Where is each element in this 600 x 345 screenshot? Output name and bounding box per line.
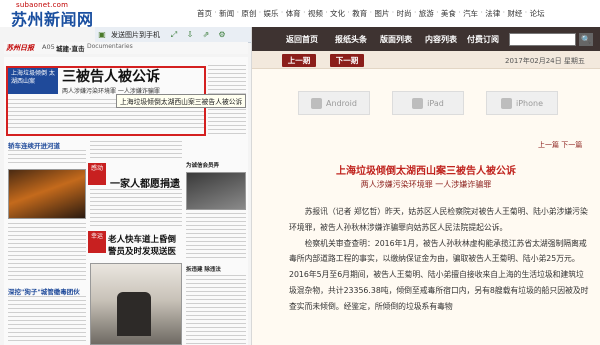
side-col-title-1[interactable]: 为诚信会员弄 [186,161,219,169]
top-nav-item[interactable]: 图片 [374,8,389,19]
prev-next-article-links[interactable]: 上一篇 下一篇 [538,140,582,150]
side-col-text [186,213,246,261]
nav-separator: · [436,8,439,17]
rescue-photo[interactable] [90,263,182,345]
lead-banner: 上海垃圾倾倒 太湖西山案 [8,68,58,94]
side-story-title-2[interactable]: 深挖"狗子"城管缴毒团伙 [8,286,80,296]
search-input[interactable] [509,33,576,46]
nav-separator: · [502,8,506,17]
article-title: 上海垃圾倾倒太湖西山案三被告人被公诉 [336,166,516,177]
settings-icon[interactable]: ⚙ [214,28,230,42]
nav-separator: · [347,8,350,17]
top-nav-item[interactable]: 汽车 [463,8,478,19]
nav-separator: · [303,8,306,17]
story-headline-elder[interactable]: 老人快车道上昏倒 [108,233,176,245]
search-button[interactable]: 🔍 [579,33,593,46]
nav-separator: · [236,8,239,17]
prev-issue-button[interactable]: 上一期 [282,54,316,67]
nav-subscribe[interactable]: 付费订阅 [467,34,499,45]
side-story-text [8,150,86,166]
ipad-label: iPad [427,98,444,108]
top-nav-item[interactable]: 论坛 [530,8,545,19]
nav-separator: · [280,8,284,17]
paper-issue: A05 [42,43,55,51]
iphone-icon [500,97,512,109]
article-tooltip: 上海垃圾倾倒太湖西山案三被告人被公诉 [116,94,247,108]
side-col-title-2[interactable]: 拆违建 除违法 [186,265,221,273]
article-paragraph: 检察机关审查查明：2016年1月，被告人孙秋林虚构能承揽江苏省太湖强制隔离戒毒所… [289,238,589,311]
side-photo[interactable] [186,172,246,210]
iphone-link[interactable]: iPhone [486,91,558,115]
nav-content-list[interactable]: 内容列表 [425,34,457,45]
nav-separator: · [480,8,483,17]
paper-toolbar: ▣ 发送图片到手机 ⤢ ⇩ ⇗ ⚙ [95,27,251,43]
side-col-text-2 [186,275,246,345]
center-text [90,141,182,161]
nav-separator: · [391,8,395,17]
article-paragraph: 苏报讯（记者 郑忆哲）昨天，姑苏区人民检察院对被告人王菊明、陆小弟涉嫌污染环境罪… [289,207,588,232]
top-nav-item[interactable]: 法律 [485,8,500,19]
issue-bar: 上一期 下一期 2017年02月24日 星期五 [252,51,600,69]
paper-section: 城建·直击 [56,45,85,53]
top-nav-item[interactable]: 教育 [352,8,367,19]
ipad-link[interactable]: iPad [392,91,464,115]
nav-separator: · [369,8,372,17]
android-link[interactable]: Android [298,91,370,115]
nav-separator: · [413,8,417,17]
top-nav-item[interactable]: 娱乐 [264,8,279,19]
site-header: subaonet.com 苏州新闻网 首页 · 新闻 · 原创 · 娱乐 · 体育 · 视频 · 文化 ·… [0,0,600,29]
download-icon[interactable]: ⇩ [182,28,198,42]
device-links: Android iPad iPhone [252,91,600,121]
center-text-2 [90,189,182,227]
newspaper-page-panel: ▣ 发送图片到手机 ⤢ ⇩ ⇗ ⚙ 苏州日报 A05 城建·直击 Documen… [0,27,252,345]
nav-page-list[interactable]: 版面列表 [380,34,412,45]
next-issue-button[interactable]: 下一期 [330,54,364,67]
fire-photo[interactable] [8,169,86,219]
top-nav: 首页 · 新闻 · 原创 · 娱乐 · 体育 · 视频 · 文化 · 教育 · 图片 · 时尚 · 旅游 · 美食 · 汽车 · 法… [197,8,545,19]
paper-masthead: 苏州日报 A05 城建·直击 Documentaries [4,42,248,54]
share-icon[interactable]: ⇗ [198,28,214,42]
article-body: 苏报讯（记者 郑忆哲）昨天，姑苏区人民检察院对被告人王菊明、陆小弟涉嫌污染环境罪… [289,204,589,315]
top-nav-item[interactable]: 文化 [330,8,345,19]
android-label: Android [326,98,357,108]
phone-icon: ▣ [98,30,106,39]
expand-icon[interactable]: ⤢ [166,28,182,42]
top-nav-item[interactable]: 财经 [507,8,522,19]
nav-separator: · [325,8,328,17]
nav-separator: · [524,8,528,17]
top-nav-item[interactable]: 时尚 [397,8,412,19]
android-icon [311,97,323,109]
story-headline-donation[interactable]: 一家人都愿捐遗 [110,175,180,190]
nav-home[interactable]: 返回首页 [286,34,318,45]
top-nav-item[interactable]: 视频 [308,8,323,19]
story-subheadline-elder: 警员及时发现送医 [108,247,177,257]
story-kicker-moved: 感动 [88,163,106,185]
article-panel: 返回首页 报纸头条 版面列表 内容列表 付费订阅 🔍 上一期 下一期 2017年… [252,27,600,345]
column-text-2 [8,296,86,344]
story-kicker-lucky: 幸运 [88,231,106,253]
issue-date: 2017年02月24日 星期五 [505,57,585,65]
top-nav-item[interactable]: 体育 [286,8,301,19]
nav-headlines[interactable]: 报纸头条 [335,34,367,45]
top-nav-item[interactable]: 旅游 [419,8,434,19]
side-story-title[interactable]: 轿车连续开进河道 [8,140,60,150]
paper-docs-label: Documentaries [87,43,133,50]
iphone-label: iPhone [515,98,543,108]
column-text [8,223,86,283]
top-nav-item[interactable]: 新闻 [219,8,234,19]
nav-separator: · [214,8,217,17]
top-nav-item[interactable]: 美食 [441,8,456,19]
paper-brand: 苏州日报 [6,44,34,52]
article-nav: 返回首页 报纸头条 版面列表 内容列表 付费订阅 🔍 [252,27,600,51]
lead-headline[interactable]: 三被告人被公诉 [62,66,160,86]
top-nav-item[interactable]: 首页 [197,8,212,19]
send-to-phone-button[interactable]: 发送图片到手机 [111,30,160,40]
ipad-icon [412,97,424,109]
nav-separator: · [258,8,262,17]
nav-separator: · [458,8,461,17]
top-nav-item[interactable]: 原创 [241,8,256,19]
article-subtitle: 两人涉嫌污染环境罪 一人涉嫌诈骗罪 [360,180,492,189]
